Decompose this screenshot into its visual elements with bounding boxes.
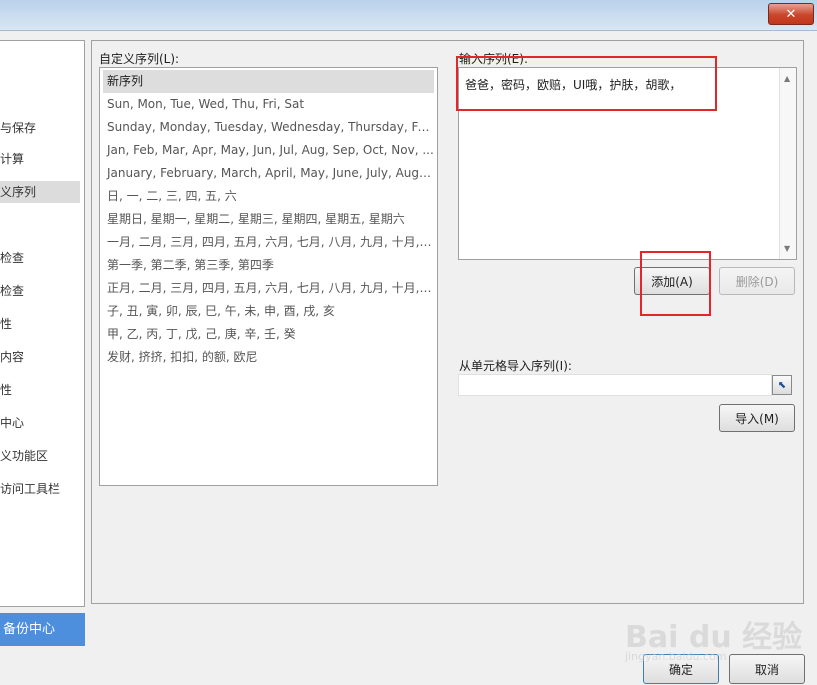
window-titlebar: ✕ [0,0,817,31]
scroll-down-icon[interactable]: ▼ [784,244,790,253]
list-item[interactable]: 一月, 二月, 三月, 四月, 五月, 六月, 七月, 八月, 九月, 十月, … [103,231,434,254]
watermark-url: jingyan.baidu.com [625,650,727,663]
sidebar-item[interactable]: 与保存 [0,117,80,139]
sidebar-item[interactable]: 中心 [0,412,80,434]
list-item[interactable]: 发财, 挤挤, 扣扣, 的额, 欧尼 [103,346,434,369]
import-range-label: 从单元格导入序列(I): [459,359,572,373]
list-item[interactable]: 子, 丑, 寅, 卯, 辰, 巳, 午, 未, 申, 酉, 戌, 亥 [103,300,434,323]
list-item[interactable]: 星期日, 星期一, 星期二, 星期三, 星期四, 星期五, 星期六 [103,208,434,231]
custom-lists-listbox[interactable]: 新序列 Sun, Mon, Tue, Wed, Thu, Fri, Sat Sund… [99,67,438,486]
list-entries-label: 输入序列(E): [459,52,528,66]
cancel-button[interactable]: 取消 [729,654,805,684]
sidebar-item-backup-center[interactable]: 备份中心 [0,613,85,646]
list-item[interactable]: 正月, 二月, 三月, 四月, 五月, 六月, 七月, 八月, 九月, 十月, … [103,277,434,300]
add-button[interactable]: 添加(A) [634,267,710,295]
list-item[interactable]: Sunday, Monday, Tuesday, Wednesday, Thur… [103,116,434,139]
list-item[interactable]: January, February, March, April, May, Ju… [103,162,434,185]
entries-scrollbar[interactable]: ▲ ▼ [779,68,796,259]
import-button[interactable]: 导入(M) [719,404,795,432]
sidebar-item[interactable]: 性 [0,313,80,335]
range-picker-button[interactable]: ⬉ [772,375,792,395]
sidebar-item[interactable]: 性 [0,379,80,401]
list-item[interactable]: Jan, Feb, Mar, Apr, May, Jun, Jul, Aug, … [103,139,434,162]
list-item[interactable]: 甲, 乙, 丙, 丁, 戊, 己, 庚, 辛, 壬, 癸 [103,323,434,346]
sidebar-item[interactable]: 检查 [0,280,80,302]
delete-button[interactable]: 删除(D) [719,267,795,295]
scroll-up-icon[interactable]: ▲ [784,74,790,83]
sidebar-item[interactable]: 义序列 [0,181,80,203]
range-select-icon: ⬉ [777,379,787,391]
list-item[interactable]: 第一季, 第二季, 第三季, 第四季 [103,254,434,277]
list-entries-textarea[interactable]: 爸爸，密码，欧赔，UI哦，护肤，胡歌， ▲ ▼ [458,67,797,260]
import-range-input[interactable] [458,374,772,396]
list-entries-value: 爸爸，密码，欧赔，UI哦，护肤，胡歌， [465,78,682,92]
close-icon: ✕ [785,6,797,22]
options-sidebar: 与保存 计算 义序列 检查 检查性内容性中心 义功能区 访问工具栏 [0,40,85,607]
list-item[interactable]: Sun, Mon, Tue, Wed, Thu, Fri, Sat [103,93,434,116]
sidebar-item[interactable]: 内容 [0,346,80,368]
sidebar-item[interactable]: 检查 [0,247,80,269]
sidebar-item[interactable]: 义功能区 [0,445,80,467]
sidebar-item[interactable]: 计算 [0,148,80,170]
custom-lists-label: 自定义序列(L): [99,52,180,66]
list-item[interactable]: 新序列 [103,70,434,93]
sidebar-item[interactable]: 访问工具栏 [0,478,80,500]
list-item[interactable]: 日, 一, 二, 三, 四, 五, 六 [103,185,434,208]
close-button[interactable]: ✕ [768,3,814,25]
